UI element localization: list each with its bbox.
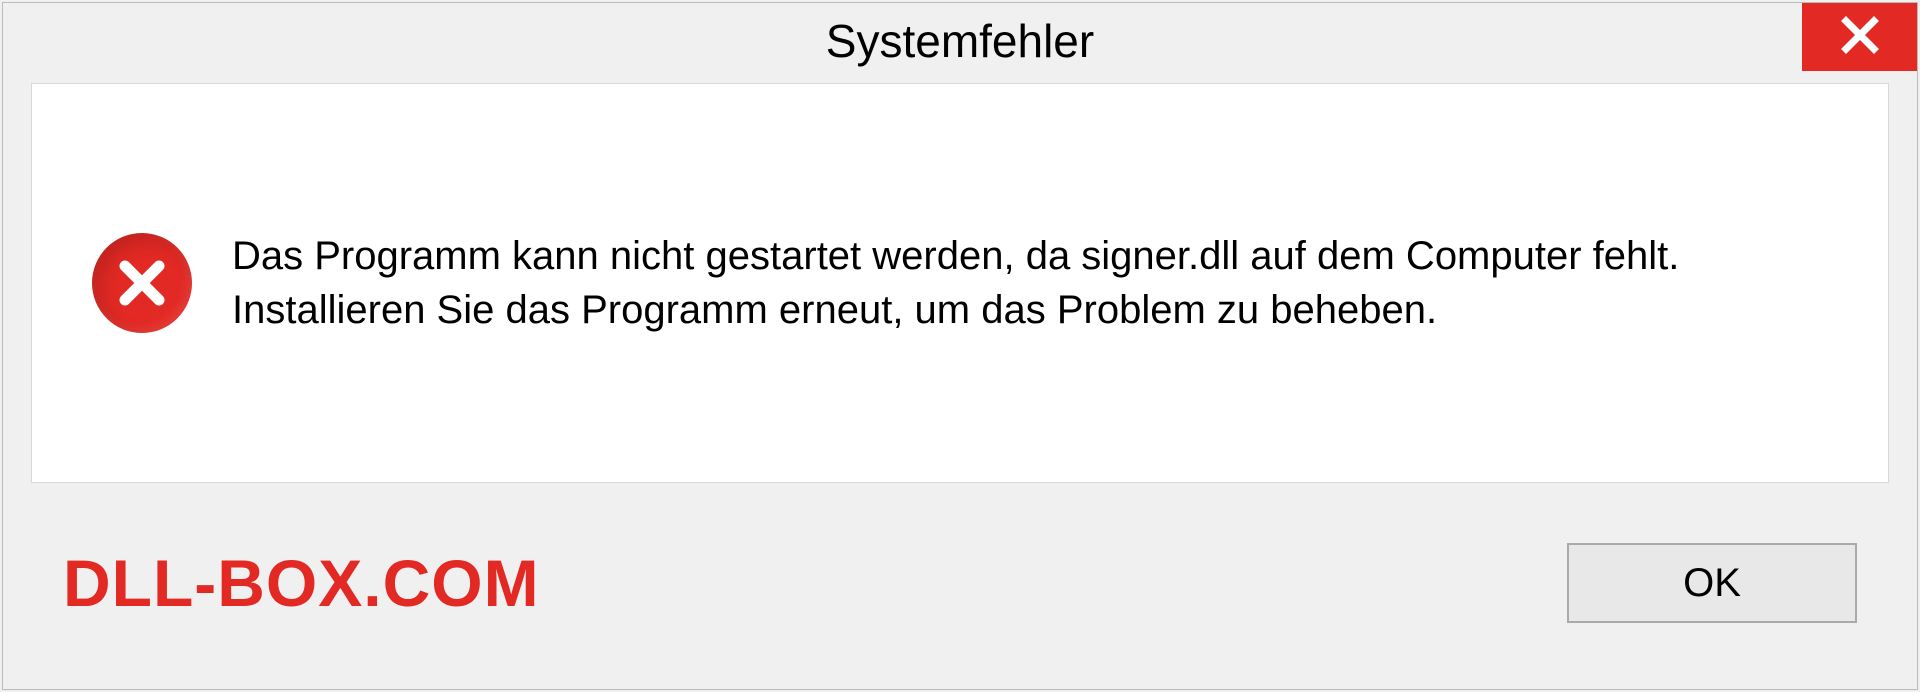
error-icon <box>92 233 192 333</box>
watermark-text: DLL-BOX.COM <box>63 545 540 621</box>
error-dialog: Systemfehler Das Programm kann nicht ges… <box>2 2 1918 690</box>
titlebar: Systemfehler <box>3 3 1917 79</box>
ok-button-label: OK <box>1683 561 1741 606</box>
close-icon <box>1840 15 1880 60</box>
error-message: Das Programm kann nicht gestartet werden… <box>232 229 1828 337</box>
ok-button[interactable]: OK <box>1567 543 1857 623</box>
content-panel: Das Programm kann nicht gestartet werden… <box>31 83 1889 483</box>
dialog-title: Systemfehler <box>826 14 1094 68</box>
dialog-footer: DLL-BOX.COM OK <box>3 503 1917 623</box>
close-button[interactable] <box>1802 3 1917 71</box>
